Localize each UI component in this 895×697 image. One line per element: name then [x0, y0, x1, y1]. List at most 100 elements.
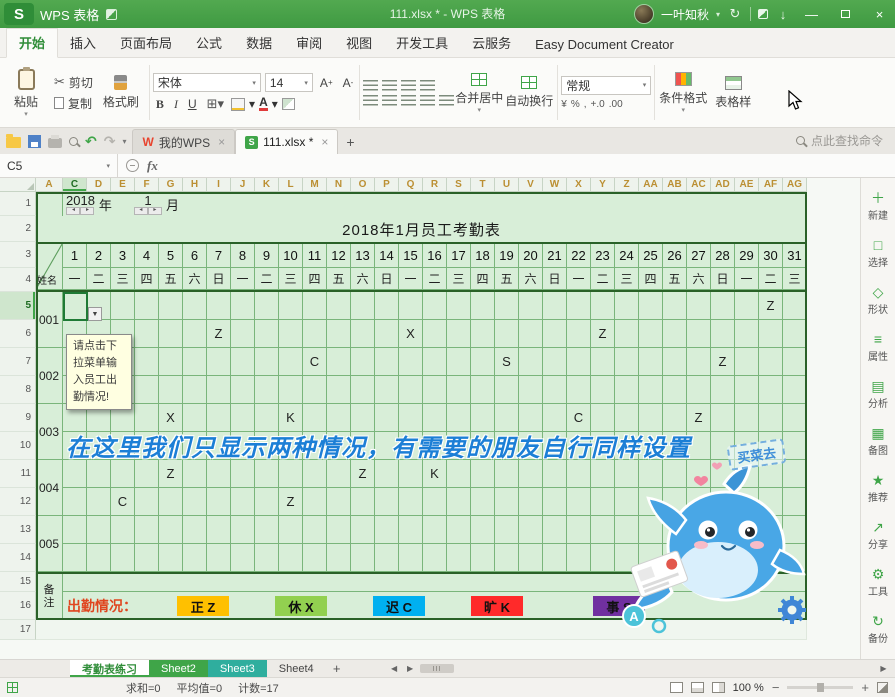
attendance-cell[interactable] — [495, 292, 519, 320]
attendance-cell[interactable] — [279, 348, 303, 376]
attendance-cell[interactable] — [423, 516, 447, 544]
attendance-cell[interactable] — [135, 516, 159, 544]
attendance-cell[interactable] — [327, 348, 351, 376]
cell-reference-box[interactable]: C5 ▾ — [0, 154, 118, 177]
row-header-17[interactable]: 17 — [0, 620, 36, 640]
normal-view-icon[interactable] — [670, 682, 683, 693]
sidebar-item-形状[interactable]: ◇形状 — [861, 276, 895, 323]
column-header-R[interactable]: R — [423, 178, 447, 192]
minimize-button[interactable]: — — [798, 0, 825, 28]
attendance-cell[interactable] — [159, 544, 183, 572]
paste-button[interactable]: 粘贴 ▾ — [1, 61, 51, 124]
attendance-cell[interactable] — [447, 544, 471, 572]
attendance-cell[interactable] — [231, 292, 255, 320]
attendance-cell[interactable] — [495, 488, 519, 516]
column-header-D[interactable]: D — [87, 178, 111, 192]
attendance-cell[interactable] — [591, 376, 615, 404]
attendance-cell[interactable] — [303, 292, 327, 320]
ribbon-tab-公式[interactable]: 公式 — [184, 29, 234, 57]
sheet-tab-Sheet2[interactable]: Sheet2 — [149, 660, 208, 677]
employee-id-005[interactable]: 005 — [36, 516, 63, 572]
attendance-cell[interactable] — [687, 292, 711, 320]
attendance-cell[interactable]: S — [495, 348, 519, 376]
align-icon[interactable] — [382, 80, 397, 91]
column-header-Y[interactable]: Y — [591, 178, 615, 192]
attendance-cell[interactable] — [495, 460, 519, 488]
attendance-cell[interactable] — [519, 376, 543, 404]
maximize-button[interactable] — [832, 0, 859, 28]
attendance-cell[interactable] — [135, 348, 159, 376]
attendance-cell[interactable] — [543, 320, 567, 348]
attendance-cell[interactable] — [423, 376, 447, 404]
attendance-cell[interactable] — [231, 516, 255, 544]
day-header-1[interactable]: 1 — [63, 244, 87, 268]
day-header-24[interactable]: 24 — [615, 244, 639, 268]
attendance-cell[interactable] — [519, 320, 543, 348]
attendance-cell[interactable] — [399, 488, 423, 516]
weekday-header-8[interactable]: 一 — [231, 268, 255, 290]
column-header-W[interactable]: W — [543, 178, 567, 192]
attendance-cell[interactable] — [327, 292, 351, 320]
day-header-9[interactable]: 9 — [255, 244, 279, 268]
attendance-cell[interactable] — [783, 376, 807, 404]
attendance-cell[interactable] — [351, 544, 375, 572]
day-header-30[interactable]: 30 — [759, 244, 783, 268]
attendance-cell[interactable] — [183, 376, 207, 404]
attendance-cell[interactable] — [375, 348, 399, 376]
ribbon-tab-插入[interactable]: 插入 — [58, 29, 108, 57]
attendance-cell[interactable] — [135, 460, 159, 488]
attendance-cell[interactable]: Z — [351, 460, 375, 488]
zoom-in-button[interactable]: + — [861, 682, 869, 693]
attendance-cell[interactable] — [159, 488, 183, 516]
attendance-cell[interactable] — [255, 348, 279, 376]
attendance-cell[interactable] — [663, 376, 687, 404]
close-tab-icon[interactable]: × — [218, 135, 225, 149]
row-header-8[interactable]: 8 — [0, 376, 36, 404]
attendance-cell[interactable] — [423, 348, 447, 376]
day-header-6[interactable]: 6 — [183, 244, 207, 268]
column-header-AF[interactable]: AF — [759, 178, 783, 192]
attendance-cell[interactable] — [591, 348, 615, 376]
page-layout-view-icon[interactable] — [691, 682, 704, 693]
attendance-cell[interactable] — [423, 544, 447, 572]
sync-icon[interactable]: ↻ — [727, 6, 743, 22]
new-document-button[interactable]: + — [338, 129, 362, 154]
currency-icon[interactable]: ¥ — [561, 99, 567, 110]
row-header-4[interactable]: 4 — [0, 268, 36, 292]
attendance-cell[interactable] — [183, 544, 207, 572]
attendance-cell[interactable] — [543, 376, 567, 404]
attendance-cell[interactable] — [303, 376, 327, 404]
column-header-G[interactable]: G — [159, 178, 183, 192]
attendance-cell[interactable]: X — [399, 320, 423, 348]
attendance-cell[interactable] — [735, 404, 759, 432]
sidebar-item-分享[interactable]: ↗分享 — [861, 511, 895, 558]
day-header-18[interactable]: 18 — [471, 244, 495, 268]
weekday-header-4[interactable]: 四 — [135, 268, 159, 290]
user-name[interactable]: 一叶知秋 — [661, 6, 709, 23]
attendance-cell[interactable] — [207, 292, 231, 320]
attendance-cell[interactable] — [351, 488, 375, 516]
borders-button[interactable]: ⊞▾ — [204, 96, 227, 112]
bold-button[interactable]: B — [153, 97, 167, 112]
table-style-button[interactable]: 表格样 — [708, 61, 758, 124]
attendance-cell[interactable] — [135, 488, 159, 516]
attendance-cell[interactable] — [687, 376, 711, 404]
attendance-cell[interactable] — [447, 376, 471, 404]
attendance-cell[interactable] — [567, 516, 591, 544]
attendance-cell[interactable] — [519, 544, 543, 572]
weekday-header-17[interactable]: 三 — [447, 268, 471, 290]
attendance-cell[interactable] — [255, 544, 279, 572]
attendance-cell[interactable] — [351, 516, 375, 544]
day-header-16[interactable]: 16 — [423, 244, 447, 268]
attendance-cell[interactable] — [351, 320, 375, 348]
scrollbar-thumb[interactable] — [420, 664, 454, 673]
row-header-14[interactable]: 14 — [0, 544, 36, 572]
attendance-cell[interactable] — [375, 488, 399, 516]
attendance-cell[interactable]: Z — [591, 320, 615, 348]
close-button[interactable]: × — [866, 0, 893, 28]
attendance-cell[interactable]: C — [111, 488, 135, 516]
attendance-cell[interactable] — [447, 516, 471, 544]
sidebar-item-选择[interactable]: □选择 — [861, 229, 895, 276]
attendance-cell[interactable] — [327, 460, 351, 488]
cut-button[interactable]: ✂剪切 — [51, 74, 96, 91]
